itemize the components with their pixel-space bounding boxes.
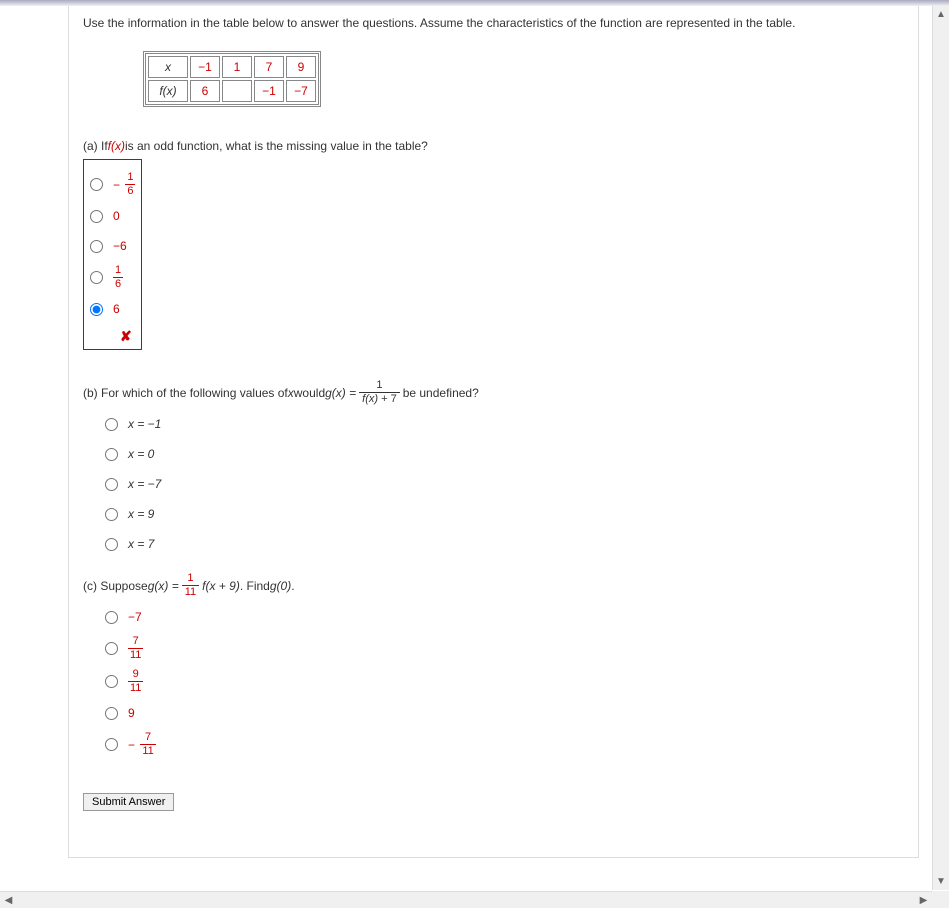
frac-num: 7 bbox=[140, 732, 155, 745]
choice-a1-radio[interactable] bbox=[90, 178, 103, 191]
part-c-choices: −7 7 11 9 11 bbox=[105, 606, 904, 757]
table-row: f(x) 6 −1 −7 bbox=[148, 80, 316, 102]
choice-c2-label: 7 11 bbox=[128, 636, 143, 661]
choice-a4-radio[interactable] bbox=[90, 271, 103, 284]
choice-b4-radio[interactable] bbox=[105, 508, 118, 521]
frac-num: 1 bbox=[125, 172, 135, 185]
neg-sign: − bbox=[113, 178, 120, 192]
choice-a3-radio[interactable] bbox=[90, 240, 103, 253]
choice-b5-label: x = 7 bbox=[128, 537, 154, 551]
choice-a2-radio[interactable] bbox=[90, 210, 103, 223]
submit-answer-button[interactable]: Submit Answer bbox=[83, 793, 174, 811]
choice-c5-radio[interactable] bbox=[105, 738, 118, 751]
text: (b) For which of the following values of bbox=[83, 384, 288, 402]
part-a-choices: − 1 6 0 −6 bbox=[83, 159, 904, 350]
table-cell bbox=[222, 80, 252, 102]
gx-label: g(x) = bbox=[148, 577, 179, 595]
fx-plus-9: f(x + 9) bbox=[202, 577, 240, 595]
instructions-text: Use the information in the table below t… bbox=[83, 14, 904, 33]
frac-den: 11 bbox=[128, 649, 143, 661]
frac-num: 9 bbox=[128, 669, 143, 682]
choice-c4-label: 9 bbox=[128, 706, 135, 720]
text: be undefined? bbox=[403, 384, 479, 402]
text: . bbox=[291, 577, 294, 595]
table-cell: 1 bbox=[222, 56, 252, 78]
fraction: 7 11 bbox=[140, 732, 155, 757]
scroll-up-icon[interactable]: ▲ bbox=[933, 6, 949, 23]
scroll-left-icon[interactable]: ◀ bbox=[0, 892, 17, 909]
choice-b2-label: x = 0 bbox=[128, 447, 154, 461]
choice-c1-radio[interactable] bbox=[105, 611, 118, 624]
function-table: x −1 1 7 9 f(x) 6 −1 −7 bbox=[143, 51, 321, 107]
frac-den: 6 bbox=[125, 185, 135, 197]
choice-c3-label: 9 11 bbox=[128, 669, 143, 694]
fraction: 1 f(x) + 7 bbox=[359, 380, 400, 405]
frac-den: f(x) + 7 bbox=[359, 393, 400, 405]
text: would bbox=[294, 384, 325, 402]
choice-b3-radio[interactable] bbox=[105, 478, 118, 491]
scroll-down-icon[interactable]: ▼ bbox=[933, 873, 949, 890]
choice-a4-label: 1 6 bbox=[113, 265, 123, 290]
choice-c1-label: −7 bbox=[128, 610, 142, 624]
fraction: 1 6 bbox=[125, 172, 135, 197]
choice-a1-label: − 1 6 bbox=[113, 172, 135, 197]
table-cell: 6 bbox=[190, 80, 220, 102]
fraction: 7 11 bbox=[128, 636, 143, 661]
table-row: x −1 1 7 9 bbox=[148, 56, 316, 78]
text: (a) If bbox=[83, 137, 108, 155]
part-a-prompt: (a) If f(x) is an odd function, what is … bbox=[83, 137, 904, 155]
scroll-right-icon[interactable]: ▶ bbox=[915, 892, 932, 909]
part-b-prompt: (b) For which of the following values of… bbox=[83, 380, 904, 405]
gx-label: g(x) = bbox=[325, 384, 356, 402]
frac-num: 1 bbox=[182, 573, 199, 586]
fx-label: f(x) bbox=[108, 137, 125, 155]
fraction: 1 11 bbox=[182, 573, 199, 598]
table-cell: −1 bbox=[190, 56, 220, 78]
choice-a5-radio[interactable] bbox=[90, 303, 103, 316]
choice-a5-label: 6 bbox=[113, 302, 120, 316]
vertical-scrollbar[interactable]: ▲ ▼ bbox=[932, 6, 949, 890]
neg-sign: − bbox=[128, 738, 135, 752]
frac-den: 11 bbox=[182, 586, 199, 598]
frac-den: 11 bbox=[140, 745, 155, 757]
horizontal-scrollbar[interactable]: ◀ ▶ bbox=[0, 891, 932, 908]
incorrect-x-icon: ✘ bbox=[120, 328, 135, 345]
den-plus: + 7 bbox=[378, 393, 397, 405]
choice-b1-label: x = −1 bbox=[128, 417, 161, 431]
table-cell: 7 bbox=[254, 56, 284, 78]
fraction: 1 6 bbox=[113, 265, 123, 290]
table-cell: −1 bbox=[254, 80, 284, 102]
table-header-fx: f(x) bbox=[148, 80, 188, 102]
table-cell: 9 bbox=[286, 56, 316, 78]
table-header-x: x bbox=[148, 56, 188, 78]
choice-c2-radio[interactable] bbox=[105, 642, 118, 655]
frac-num: 1 bbox=[113, 265, 123, 278]
frac-num: 7 bbox=[128, 636, 143, 649]
fraction: 9 11 bbox=[128, 669, 143, 694]
g0-label: g(0) bbox=[270, 577, 291, 595]
choice-b1-radio[interactable] bbox=[105, 418, 118, 431]
choice-b5-radio[interactable] bbox=[105, 538, 118, 551]
frac-den: 11 bbox=[128, 682, 143, 694]
text: is an odd function, what is the missing … bbox=[125, 137, 428, 155]
choice-b4-label: x = 9 bbox=[128, 507, 154, 521]
incorrect-highlight: − 1 6 0 −6 bbox=[83, 159, 142, 350]
question-panel: Use the information in the table below t… bbox=[68, 6, 919, 858]
part-b-choices: x = −1 x = 0 x = −7 x = 9 x = 7 bbox=[105, 413, 904, 555]
choice-a3-label: −6 bbox=[113, 239, 127, 253]
choice-b2-radio[interactable] bbox=[105, 448, 118, 461]
choice-a2-label: 0 bbox=[113, 209, 120, 223]
part-c-prompt: (c) Suppose g(x) = 1 11 f(x + 9) . Find … bbox=[83, 573, 904, 598]
table-cell: −7 bbox=[286, 80, 316, 102]
fx-in-den: f(x) bbox=[362, 393, 378, 405]
choice-b3-label: x = −7 bbox=[128, 477, 161, 491]
choice-c4-radio[interactable] bbox=[105, 707, 118, 720]
choice-c3-radio[interactable] bbox=[105, 675, 118, 688]
frac-den: 6 bbox=[113, 278, 123, 290]
text: . Find bbox=[240, 577, 270, 595]
text: (c) Suppose bbox=[83, 577, 148, 595]
frac-num: 1 bbox=[359, 380, 400, 393]
scroll-corner bbox=[932, 891, 949, 908]
choice-c5-label: − 7 11 bbox=[128, 732, 156, 757]
